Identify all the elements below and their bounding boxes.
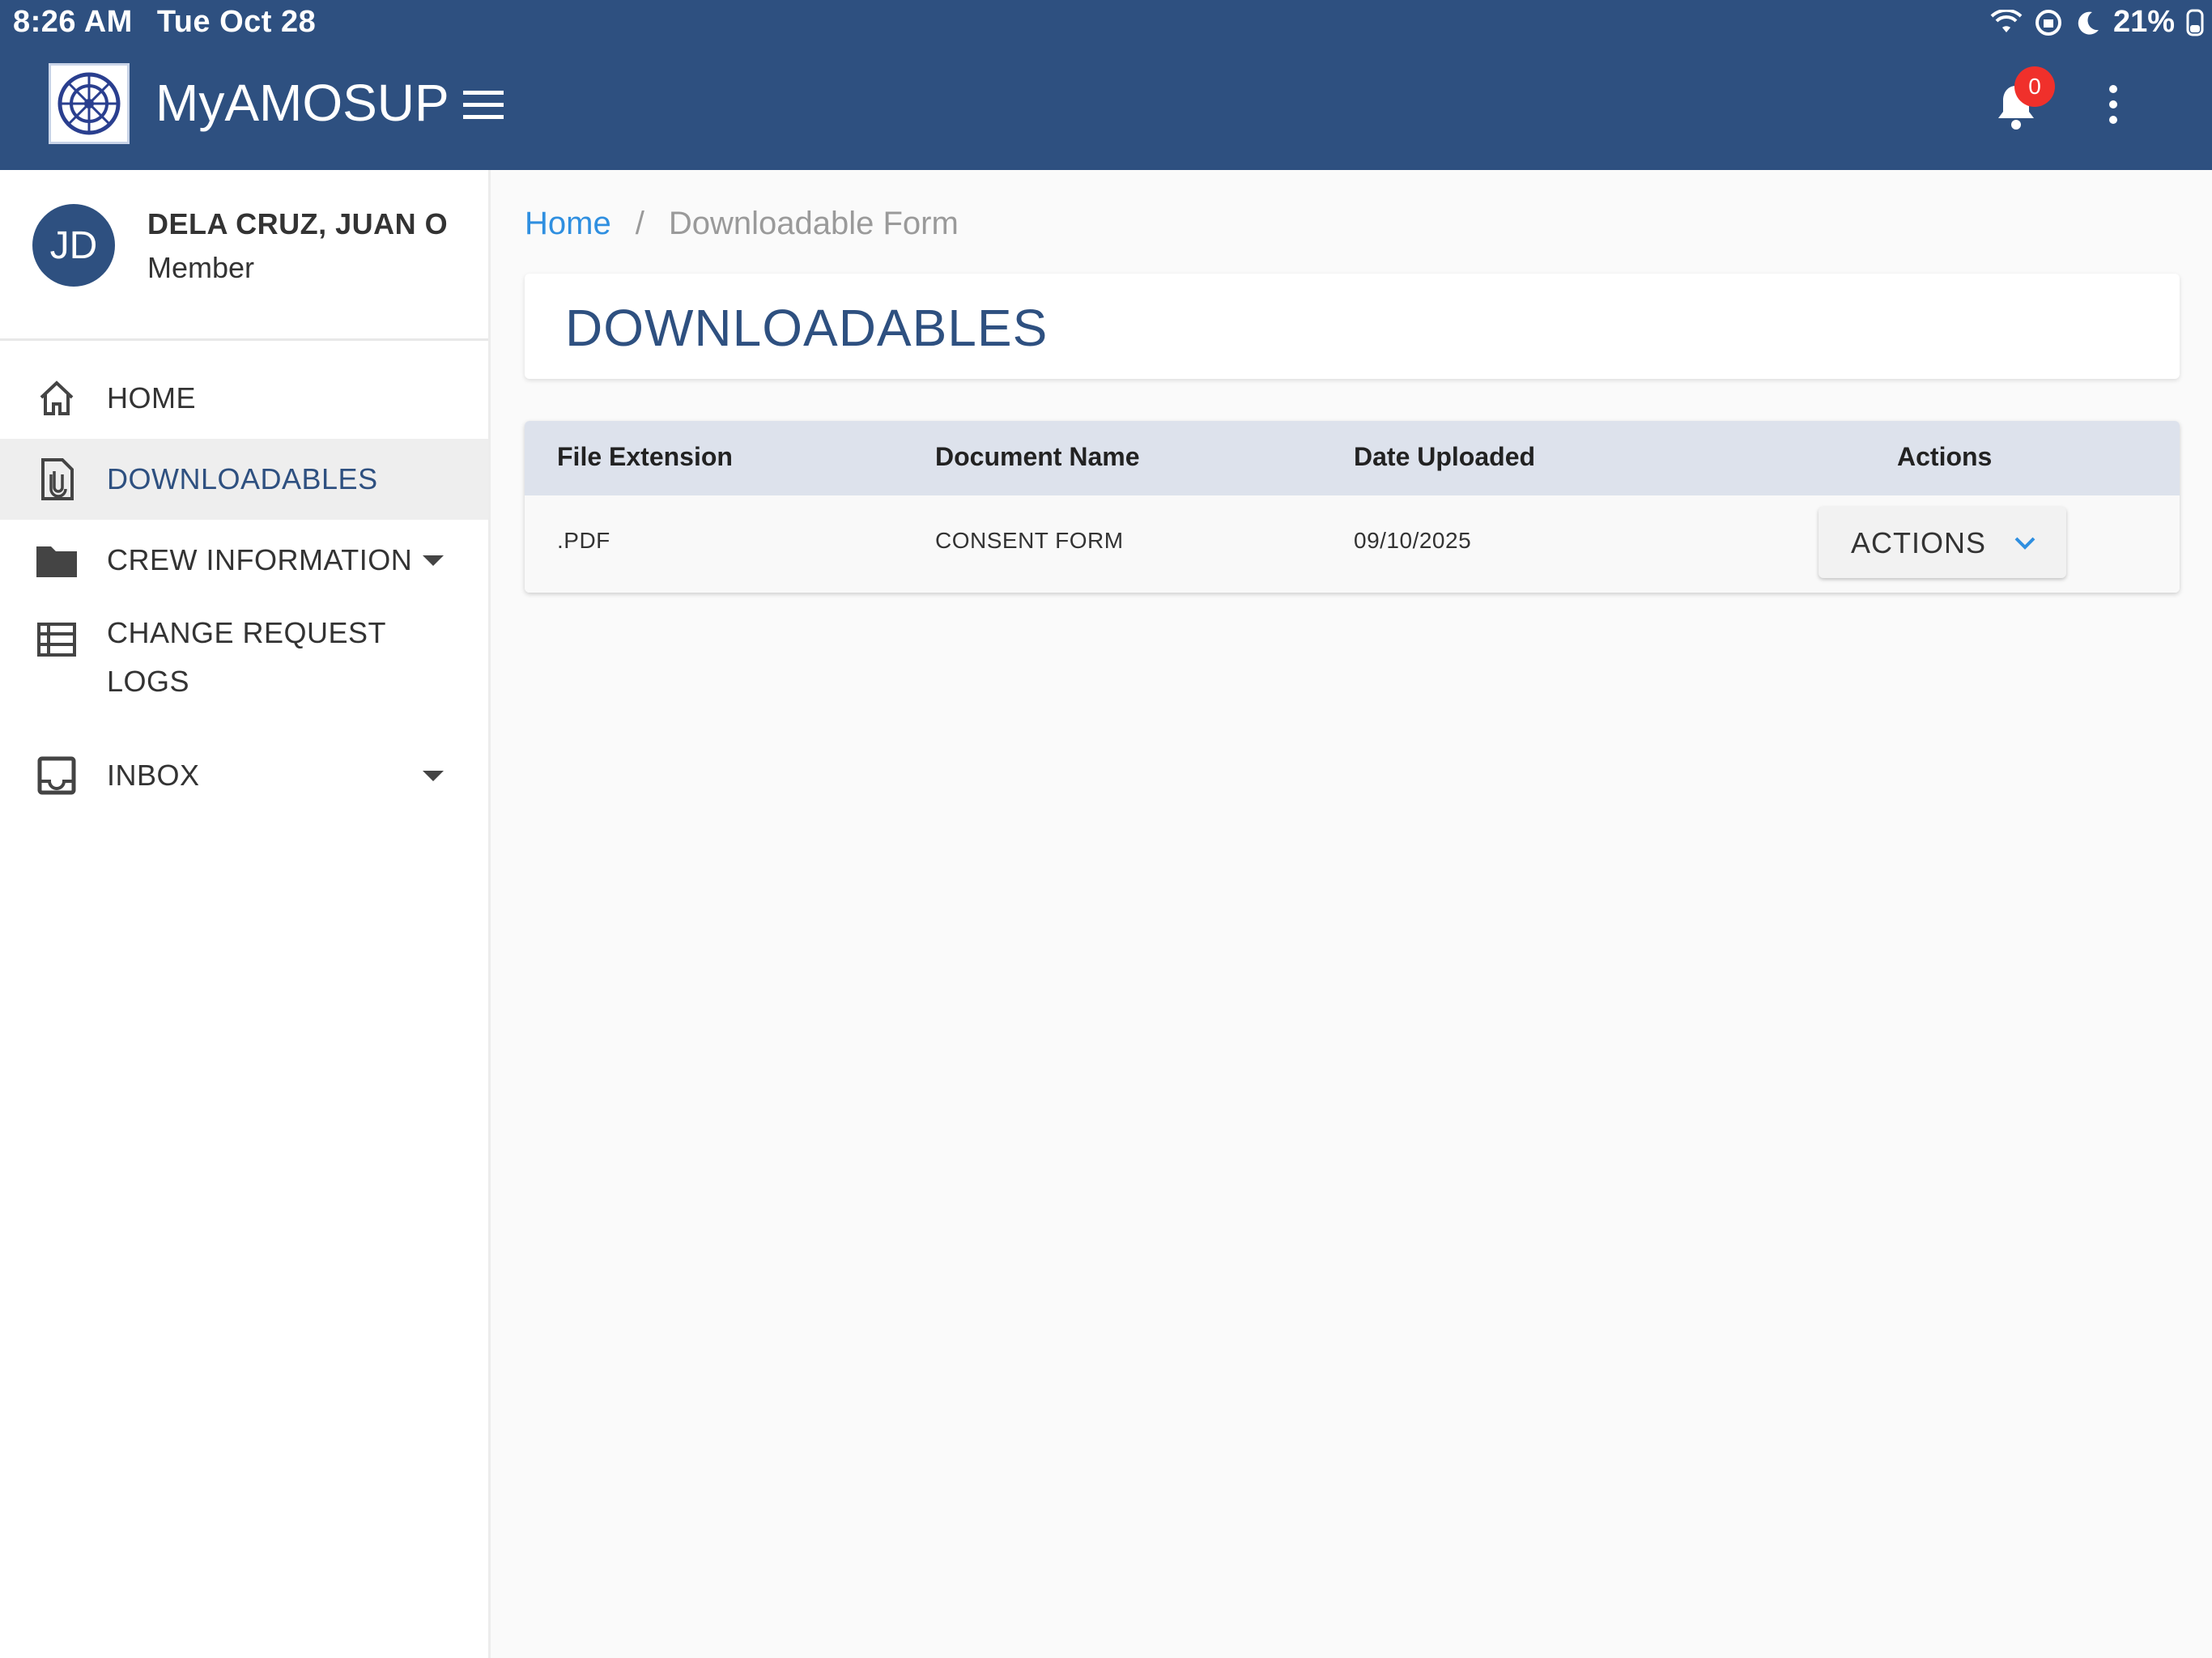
breadcrumb-home-link[interactable]: Home (525, 206, 611, 242)
top-app-bar: 8:26 AM Tue Oct 28 21% MyAMOSUP 0 (0, 0, 2212, 170)
chevron-down-icon[interactable] (421, 552, 445, 568)
avatar: JD (32, 204, 115, 287)
table-row: .PDF CONSENT FORM 09/10/2025 ACTIONS (525, 495, 2180, 593)
column-header-actions: Actions (1897, 442, 1993, 471)
cell-date-uploaded: 09/10/2025 (1354, 528, 1472, 553)
page-title: DOWNLOADABLES (565, 299, 1049, 357)
notification-count-badge: 0 (2014, 66, 2055, 107)
screen-lock-icon (2035, 9, 2061, 36)
status-bar-indicators: 21% (1990, 5, 2204, 40)
breadcrumb-separator: / (635, 206, 644, 241)
chevron-down-icon (2014, 537, 2035, 550)
sidebar-item-label-line2: LOGS (107, 665, 190, 698)
wifi-icon (1990, 9, 2023, 32)
sidebar-item-downloadables[interactable]: DOWNLOADABLES (0, 439, 488, 520)
cell-document-name: CONSENT FORM (935, 528, 1124, 553)
status-bar-time: 8:26 AM Tue Oct 28 (13, 5, 317, 39)
inbox-icon (34, 753, 79, 798)
home-icon (34, 376, 79, 421)
breadcrumb: Home / Downloadable Form (525, 206, 959, 242)
sidebar-item-label: INBOX (107, 759, 200, 792)
sidebar-item-label: DOWNLOADABLES (107, 462, 378, 495)
column-header-date-uploaded: Date Uploaded (1354, 442, 1536, 471)
chevron-down-icon[interactable] (421, 767, 445, 784)
user-role: Member (147, 251, 255, 284)
sidebar-item-crew-information[interactable]: CREW INFORMATION (0, 520, 488, 601)
list-icon (34, 617, 79, 662)
folder-icon (34, 538, 79, 583)
sidebar: JD DELA CRUZ, JUAN O Member HOME DOWNLOA… (0, 170, 491, 1658)
sidebar-item-label: HOME (107, 381, 196, 414)
cell-file-extension: .PDF (557, 528, 610, 553)
document-icon (34, 457, 79, 502)
sidebar-item-label-line1: CHANGE REQUEST (107, 616, 387, 649)
app-title: MyAMOSUP (155, 74, 449, 132)
column-header-file-extension: File Extension (557, 442, 733, 471)
breadcrumb-current: Downloadable Form (668, 206, 959, 241)
sidebar-item-home[interactable]: HOME (0, 358, 488, 439)
profile-divider (0, 338, 488, 341)
hamburger-menu-icon[interactable] (463, 89, 504, 121)
battery-icon (2186, 9, 2204, 36)
column-header-document-name: Document Name (935, 442, 1140, 471)
sidebar-item-inbox[interactable]: INBOX (0, 735, 488, 816)
table-header: File Extension Document Name Date Upload… (525, 421, 2180, 495)
more-options-icon[interactable] (2104, 84, 2123, 125)
logo-emblem-icon (57, 72, 121, 135)
user-name: DELA CRUZ, JUAN O (147, 207, 449, 240)
sidebar-item-label: CREW INFORMATION (107, 543, 413, 576)
battery-percent: 21% (2112, 5, 2175, 39)
sidebar-item-change-request-logs[interactable]: CHANGE REQUEST LOGS (0, 601, 488, 727)
page-title-card: DOWNLOADABLES (525, 274, 2180, 379)
actions-button-label: ACTIONS (1851, 526, 1987, 559)
do-not-disturb-moon-icon (2078, 11, 2099, 35)
actions-dropdown-button[interactable]: ACTIONS (1819, 507, 2066, 578)
amosup-logo (49, 63, 130, 144)
downloadables-table: File Extension Document Name Date Upload… (525, 421, 2180, 593)
